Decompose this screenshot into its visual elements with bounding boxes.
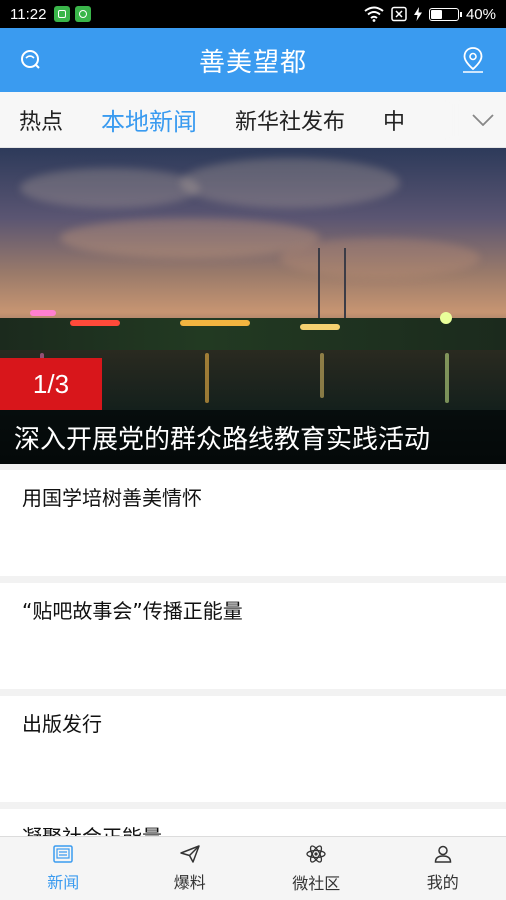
nav-profile[interactable]: 我的 [380, 837, 506, 900]
nav-community[interactable]: 微社区 [253, 837, 380, 900]
list-item[interactable]: “贴吧故事会”传播正能量 [0, 583, 506, 689]
status-bar: 11:22 40% [0, 0, 506, 28]
user-icon [434, 845, 452, 863]
nav-label: 新闻 [47, 872, 80, 892]
banner-counter: 1/3 [0, 358, 102, 410]
tab-partial[interactable]: 中 [364, 104, 424, 136]
battery-percent: 40% [465, 5, 496, 23]
nav-label: 我的 [426, 872, 459, 892]
banner-caption[interactable]: 深入开展党的群众路线教育实践活动 [0, 410, 506, 464]
tab-hot[interactable]: 热点 [0, 104, 82, 136]
chat-bubble-icon[interactable] [16, 45, 46, 75]
bottom-nav: 新闻 爆料 微社区 我的 [0, 836, 506, 900]
category-tabs: 热点 本地新闻 新华社发布 中 [0, 92, 506, 148]
wechat-icon [75, 6, 92, 22]
atom-icon [306, 844, 326, 863]
battery-icon [428, 7, 462, 21]
tab-local-news[interactable]: 本地新闻 [82, 102, 216, 137]
charging-icon [413, 7, 422, 21]
list-item[interactable]: 用国学培树善美情怀 [0, 470, 506, 576]
news-title: 出版发行 [22, 712, 102, 736]
news-title: “贴吧故事会”传播正能量 [22, 599, 243, 623]
nav-label: 爆料 [173, 872, 206, 892]
nav-report[interactable]: 爆料 [127, 837, 254, 900]
banner-carousel[interactable]: 1/3 深入开展党的群众路线教育实践活动 [0, 148, 506, 464]
status-time: 11:22 [10, 5, 47, 23]
news-title: 用国学培树善美情怀 [22, 486, 202, 510]
power-tower-image [318, 248, 346, 328]
nav-label: 微社区 [292, 873, 341, 893]
nav-news[interactable]: 新闻 [0, 837, 127, 900]
app-title: 善美望都 [198, 47, 307, 78]
sim-card-icon [54, 6, 71, 22]
news-icon [53, 844, 73, 863]
paper-plane-icon [180, 844, 200, 863]
app-header: 善美望都 [0, 28, 506, 92]
wifi-icon [364, 6, 384, 22]
location-pin-icon[interactable] [458, 45, 488, 75]
tab-xinhua[interactable]: 新华社发布 [216, 104, 364, 136]
list-item[interactable]: 出版发行 [0, 696, 506, 802]
no-sim-icon [391, 6, 407, 22]
chevron-down-icon[interactable] [460, 92, 506, 147]
